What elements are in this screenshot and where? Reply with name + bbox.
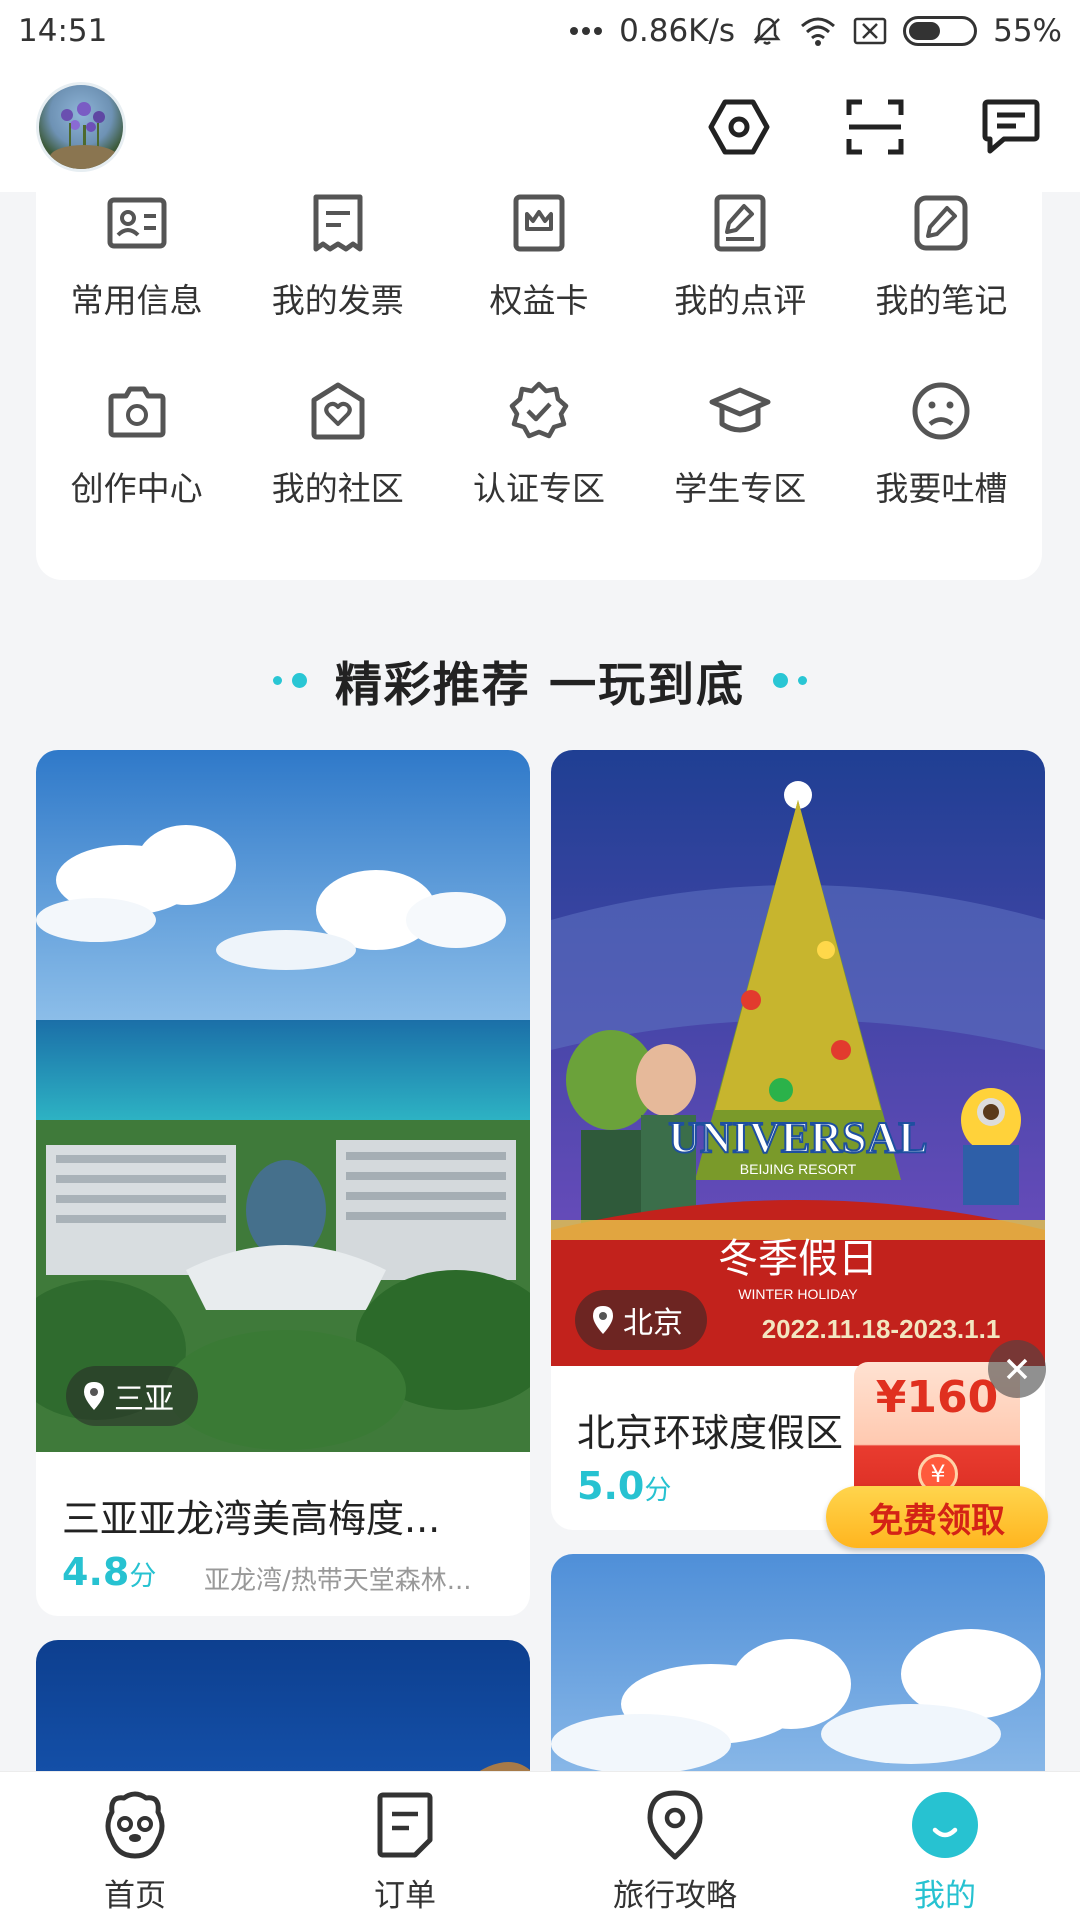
svg-text:冬季假日: 冬季假日 [718, 1236, 878, 1282]
universal-logo-text: UNIVERSAL [668, 1113, 927, 1162]
menu-item-label: 我的发票 [271, 281, 404, 320]
user-avatar[interactable] [36, 82, 126, 172]
home-mascot-icon [98, 1788, 172, 1862]
tab-mine[interactable]: 我的 [845, 1772, 1045, 1915]
claim-coupon-button[interactable]: 免费领取 [826, 1486, 1048, 1548]
location-tag: 北京 [575, 1290, 707, 1350]
tab-home[interactable]: 首页 [35, 1772, 235, 1915]
svg-text:BEIJING RESORT: BEIJING RESORT [740, 1161, 857, 1177]
section-title-text: 精彩推荐 一玩到底 [334, 657, 746, 713]
menu-item-label: 创作中心 [70, 469, 203, 508]
menu-item-verification[interactable]: 认证专区 [438, 380, 639, 510]
card-title: 北京环球度假区 [577, 1411, 844, 1455]
tab-orders[interactable]: 订单 [305, 1772, 505, 1915]
menu-item-review[interactable]: 我的点评 [640, 192, 841, 322]
mute-icon [751, 15, 783, 47]
settings-icon[interactable] [706, 94, 772, 160]
tab-label: 我的 [914, 1878, 976, 1914]
card-score: 4.8分 [62, 1550, 157, 1594]
location-text: 北京 [623, 1306, 683, 1341]
menu-item-label: 认证专区 [472, 469, 605, 508]
graduation-cap-icon [709, 380, 771, 442]
network-speed: 0.86K/s [619, 13, 736, 49]
note-icon [910, 192, 972, 254]
close-icon[interactable] [988, 1340, 1046, 1398]
battery-icon [903, 16, 978, 46]
card-title: 三亚亚龙湾美高梅度... [62, 1497, 441, 1541]
title-dots-right [773, 672, 808, 688]
menu-item-label: 我要吐槽 [875, 469, 1008, 508]
menu-item-label: 权益卡 [489, 281, 589, 320]
svg-text:2022.11.18-2023.1.1: 2022.11.18-2023.1.1 [762, 1314, 1001, 1344]
card-subtitle: 亚龙湾/热带天堂森林... [204, 1566, 472, 1596]
community-icon [307, 380, 369, 442]
menu-item-common-info[interactable]: 常用信息 [36, 192, 237, 322]
tab-label: 订单 [374, 1878, 436, 1914]
benefit-card-icon [508, 192, 570, 254]
review-icon [709, 192, 771, 254]
order-icon [368, 1788, 442, 1862]
status-time: 14:51 [18, 13, 108, 49]
invoice-icon [307, 192, 369, 254]
status-indicators: 0.86K/s 55% [569, 13, 1062, 49]
tools-menu-card: 常用信息 我的发票 权益卡 我的点评 我的笔记 创作中心 我的社区 认证专区 学… [36, 160, 1042, 580]
menu-item-invoice[interactable]: 我的发票 [237, 192, 438, 322]
tools-menu-grid: 常用信息 我的发票 权益卡 我的点评 我的笔记 创作中心 我的社区 认证专区 学… [36, 160, 1042, 510]
recommend-card-sanya[interactable]: 三亚 三亚亚龙湾美高梅度... 4.8分 亚龙湾/热带天堂森林... [36, 750, 530, 1616]
red-packet-coupon[interactable]: ¥160 ¥ 免费领取 [826, 1340, 1052, 1553]
tab-label: 旅行攻略 [613, 1878, 737, 1914]
contact-card-icon [106, 192, 168, 254]
wifi-icon [799, 16, 837, 46]
menu-item-label: 学生专区 [674, 469, 807, 508]
more-dots-icon [569, 26, 603, 36]
tab-travel-guide[interactable]: 旅行攻略 [575, 1772, 775, 1915]
menu-item-label: 我的笔记 [875, 281, 1008, 320]
location-pin-icon [84, 1382, 104, 1410]
battery-fill [909, 22, 941, 40]
location-pin-icon [593, 1306, 613, 1334]
location-text: 三亚 [114, 1382, 174, 1417]
status-bar: 14:51 0.86K/s 55% [0, 0, 1080, 62]
menu-item-complaint[interactable]: 我要吐槽 [841, 380, 1042, 510]
menu-item-benefit-card[interactable]: 权益卡 [438, 192, 639, 322]
smile-profile-icon [908, 1788, 982, 1862]
tab-label: 首页 [104, 1878, 166, 1914]
location-pin-icon [638, 1788, 712, 1862]
card-image-sanya [36, 750, 530, 1452]
sad-face-icon [910, 380, 972, 442]
battery-percent: 55% [993, 13, 1062, 49]
menu-item-label: 我的社区 [271, 469, 404, 508]
verified-icon [508, 380, 570, 442]
bottom-tab-bar: 首页 订单 旅行攻略 我的 [0, 1772, 1080, 1920]
camera-icon [106, 380, 168, 442]
card-image-universal: UNIVERSAL BEIJING RESORT 冬季假日 WINTER HOL… [551, 750, 1045, 1366]
message-icon[interactable] [978, 94, 1044, 160]
menu-item-label: 常用信息 [70, 281, 203, 320]
sim-blocked-icon [853, 17, 887, 45]
menu-item-community[interactable]: 我的社区 [237, 380, 438, 510]
menu-item-student[interactable]: 学生专区 [640, 380, 841, 510]
profile-header [0, 62, 1080, 192]
recommend-section-title: 精彩推荐 一玩到底 [0, 640, 1080, 720]
menu-item-notes[interactable]: 我的笔记 [841, 192, 1042, 322]
header-actions [706, 94, 1044, 160]
menu-item-creator-center[interactable]: 创作中心 [36, 380, 237, 510]
menu-item-label: 我的点评 [674, 281, 807, 320]
card-score: 5.0分 [577, 1464, 672, 1508]
title-dots-left [272, 672, 307, 688]
svg-text:WINTER HOLIDAY: WINTER HOLIDAY [738, 1286, 858, 1302]
scan-icon[interactable] [842, 94, 908, 160]
location-tag: 三亚 [66, 1366, 198, 1426]
